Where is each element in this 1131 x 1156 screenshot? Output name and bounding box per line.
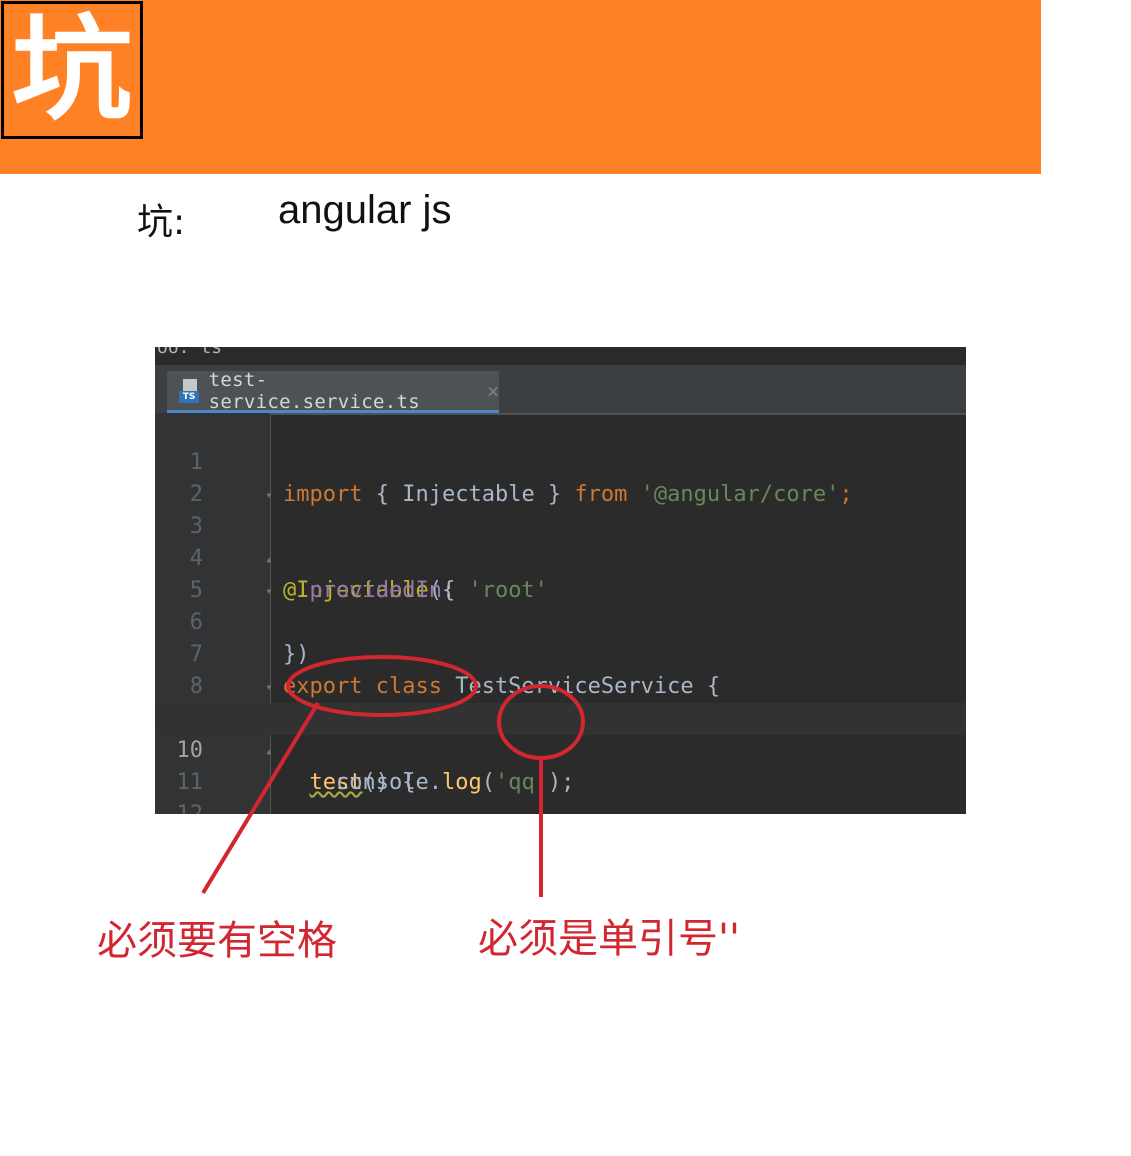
tab-test-service[interactable]: TS test-service.service.ts × (167, 368, 499, 413)
subtitle-value: angular js (278, 188, 452, 232)
code-line: 3 ▾ @Injectable({ (155, 479, 966, 603)
code-line: 6 ▾ export class TestServiceService { (155, 575, 966, 699)
code-line: 7 (155, 607, 966, 667)
fold-open-icon[interactable]: ▾ (262, 488, 276, 502)
logo-char: 坑 (11, 5, 133, 135)
tab-label: test-service.service.ts (208, 368, 420, 413)
code-line: 11 ▴ } (155, 735, 966, 795)
ide-top-strip-text: oo. ts (157, 347, 223, 358)
fold-close-icon[interactable]: ▴ (262, 552, 276, 566)
code-line: 12 ▴ } (155, 767, 966, 814)
close-icon[interactable]: × (487, 379, 499, 403)
code-line: 8 constructor() { } (155, 639, 966, 731)
code-line: 5 ▴ }) (155, 543, 966, 667)
ide-screenshot: oo. ts TS test-service.service.ts × 1 im… (155, 347, 966, 814)
typescript-file-icon: TS (179, 378, 203, 403)
logo-box: 坑 (1, 1, 143, 139)
fold-open-icon[interactable]: ▾ (262, 680, 276, 694)
code-editor[interactable]: 1 import { Injectable } from '@angular/c… (155, 415, 966, 814)
fold-close-icon[interactable]: ▴ (262, 776, 276, 790)
ide-top-strip: oo. ts (155, 347, 966, 365)
editor-tab-bar: TS test-service.service.ts × (155, 365, 966, 415)
code-line: 1 import { Injectable } from '@angular/c… (155, 415, 966, 507)
code-line: 4 providedIn: 'root' (155, 511, 966, 603)
code-line-current: 10 console.log('qq'); (155, 703, 966, 795)
annotation-note-space: 必须要有空格 (97, 918, 337, 964)
fold-open-icon[interactable]: ▾ (262, 584, 276, 598)
annotation-note-quotes: 必须是单引号'' (478, 916, 740, 962)
header-banner: 坑 (0, 0, 1041, 174)
fold-close-icon[interactable]: ▴ (262, 744, 276, 758)
code-line: 13 (155, 799, 966, 814)
subtitle-key: 坑: (137, 202, 186, 243)
code-line: 9 ▾ test() { (155, 671, 966, 795)
code-line: 2 (155, 447, 966, 507)
